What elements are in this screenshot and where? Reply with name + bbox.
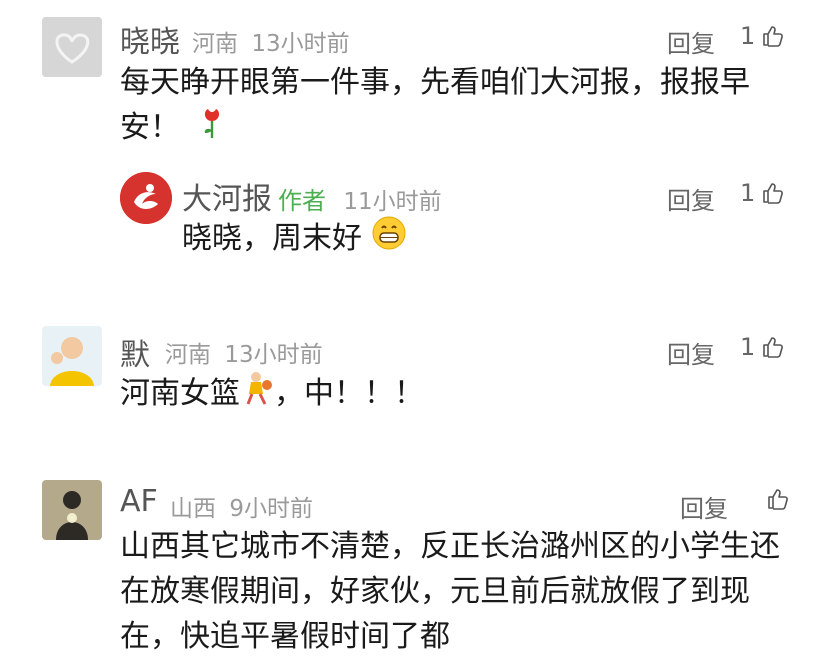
reply-button[interactable]: 回复 bbox=[667, 181, 715, 216]
thumbs-up-icon bbox=[763, 183, 784, 204]
reply-text: 晓晓，周末好 bbox=[182, 216, 782, 263]
author-badge: 作者 bbox=[278, 187, 326, 215]
comment-author-name[interactable]: AF bbox=[120, 484, 158, 519]
comment-text-line: 山西其它城市不清楚，反正长治潞州区的小学生还 bbox=[120, 529, 780, 564]
comment-text-segment: ，中！！！ bbox=[274, 376, 424, 411]
person-photo-icon bbox=[42, 480, 102, 540]
comment-text: 河南女篮 ，中！！！ bbox=[120, 370, 780, 419]
like-button[interactable]: 1 bbox=[740, 179, 785, 207]
reply-meta: 作者 11小时前 bbox=[278, 181, 442, 216]
like-button[interactable] bbox=[760, 487, 790, 511]
comment-location: 山西 bbox=[170, 496, 216, 522]
comment-time: 13小时前 bbox=[224, 342, 323, 368]
avatar[interactable] bbox=[42, 17, 102, 77]
comment-author-name[interactable]: 晓晓 bbox=[120, 17, 180, 61]
comment-time: 9小时前 bbox=[229, 496, 313, 522]
comment-text-line: 在放寒假期间，好家伙，元旦前后就放假了到现 bbox=[120, 574, 750, 609]
thumbs-up-icon bbox=[763, 26, 784, 47]
comment-author-name[interactable]: 默 bbox=[120, 330, 150, 374]
like-count: 1 bbox=[740, 179, 756, 207]
comment-location: 河南 bbox=[165, 342, 211, 368]
comment-text-line: 在，快追平暑假时间了都 bbox=[120, 619, 450, 654]
reply-time: 11小时前 bbox=[343, 189, 442, 215]
reply-author-name[interactable]: 大河报 bbox=[182, 174, 272, 218]
like-count: 1 bbox=[740, 22, 756, 50]
like-count: 1 bbox=[740, 333, 756, 361]
comment-meta: 河南 13小时前 bbox=[165, 335, 323, 369]
heart-sketch-icon bbox=[42, 17, 102, 77]
like-button[interactable]: 1 bbox=[740, 333, 785, 361]
reply-text-segment: 晓晓，周末好 bbox=[182, 221, 362, 256]
comment-time: 13小时前 bbox=[251, 31, 350, 57]
comment-text-segment: 河南女篮 bbox=[120, 376, 240, 411]
comment-location: 河南 bbox=[192, 31, 238, 57]
comment-text: 山西其它城市不清楚，反正长治潞州区的小学生还 在放寒假期间，好家伙，元旦前后就放… bbox=[120, 524, 800, 659]
reply-button[interactable]: 回复 bbox=[667, 335, 715, 370]
comment-meta: 河南 13小时前 bbox=[192, 24, 350, 58]
child-photo-icon bbox=[42, 326, 102, 386]
reply-button[interactable]: 回复 bbox=[680, 489, 728, 524]
author-avatar[interactable] bbox=[120, 172, 172, 224]
dahebao-logo-icon bbox=[120, 172, 172, 224]
avatar[interactable] bbox=[42, 480, 102, 540]
avatar[interactable] bbox=[42, 326, 102, 386]
comment-text-line: 安！ bbox=[120, 105, 780, 152]
comment-text-line: 每天睁开眼第一件事，先看咱们大河报，报报早 bbox=[120, 65, 750, 100]
comment-text-segment: 安！ bbox=[120, 110, 180, 145]
like-button[interactable]: 1 bbox=[740, 22, 785, 50]
comment-meta: 山西 9小时前 bbox=[170, 489, 313, 523]
thumbs-up-icon bbox=[763, 337, 784, 358]
reply-button[interactable]: 回复 bbox=[667, 24, 715, 59]
grin-face-icon bbox=[372, 216, 406, 263]
rose-icon bbox=[198, 105, 226, 152]
comment-text: 每天睁开眼第一件事，先看咱们大河报，报报早 安！ bbox=[120, 60, 780, 152]
thumbs-up-icon bbox=[768, 489, 788, 510]
basketball-player-icon bbox=[240, 370, 274, 419]
